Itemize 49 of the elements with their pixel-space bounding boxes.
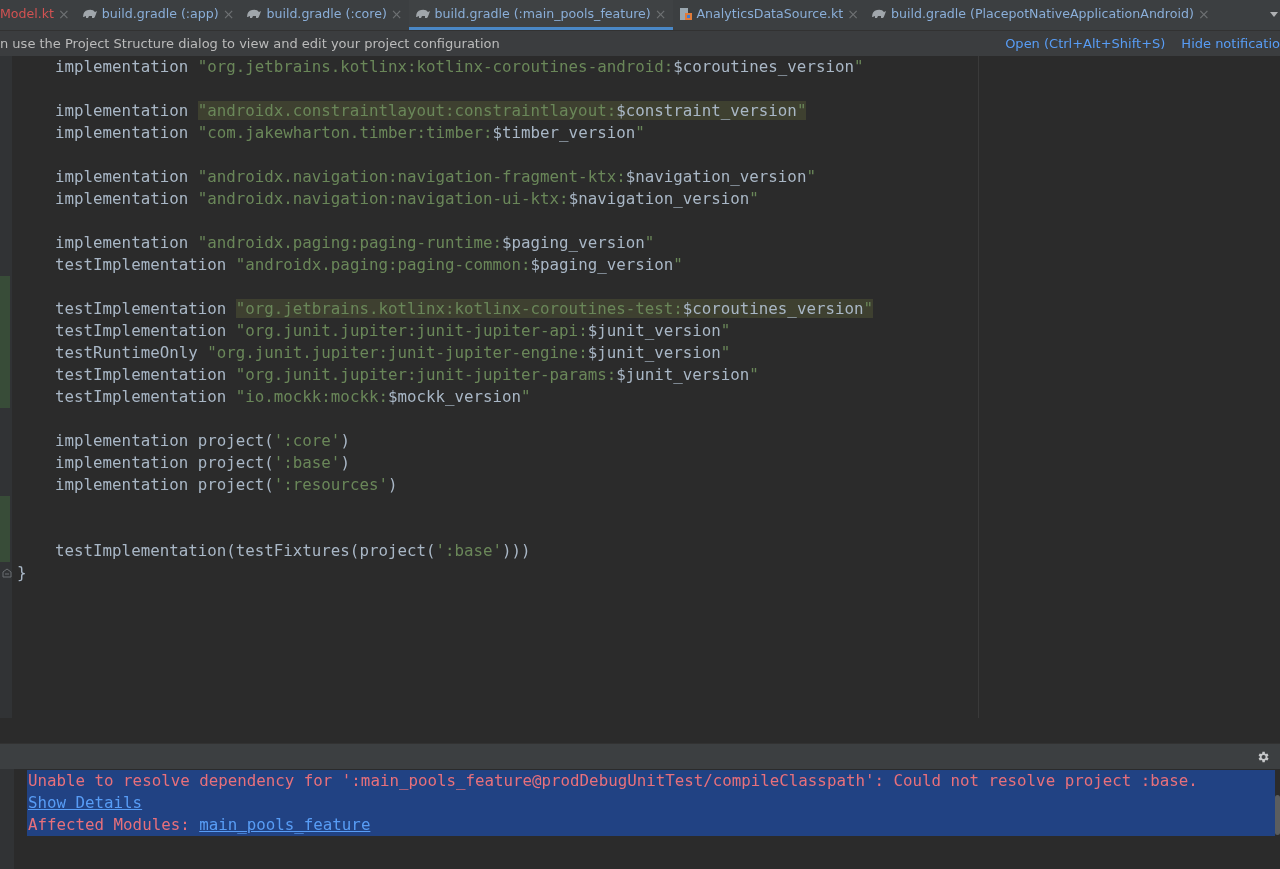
tab-label: build.gradle (:app): [101, 6, 219, 21]
elephant-icon: [871, 7, 887, 20]
code-line: testImplementation "org.junit.jupiter:junit-jupiter-api:$junit_version": [54, 321, 731, 340]
notification-link[interactable]: Open (Ctrl+Alt+Shift+S): [1005, 36, 1166, 51]
notification-link[interactable]: Hide notificatio: [1181, 36, 1280, 51]
close-icon[interactable]: ×: [58, 5, 70, 22]
code-line: implementation "androidx.navigation:navigation-ui-ktx:$navigation_version": [54, 189, 759, 208]
tab-label: build.gradle (:main_pools_feature): [434, 6, 651, 21]
close-icon[interactable]: ×: [847, 5, 859, 22]
database-file-icon: [678, 6, 693, 21]
caret-icon[interactable]: [1270, 12, 1278, 18]
code-line: implementation project(':base'): [54, 453, 350, 472]
code-line: testImplementation "androidx.paging:paging-common:$paging_version": [54, 255, 683, 274]
elephant-icon: [246, 7, 263, 20]
tab-label: AnalyticsDataSource.kt: [696, 6, 844, 21]
tab-label: build.gradle (PlacepotNativeApplicationAndroid): [891, 6, 1194, 21]
code-line: testImplementation "org.junit.jupiter:junit-jupiter-params:$junit_version": [54, 365, 759, 384]
code-line: testImplementation "org.jetbrains.kotlinx:kotlinx-coroutines-test:$coroutines_version": [54, 299, 873, 318]
code-line: testRuntimeOnly "org.junit.jupiter:junit-jupiter-engine:$junit_version": [54, 343, 731, 362]
code-line: implementation project(':core'): [54, 431, 350, 450]
elephant-icon: [414, 7, 431, 20]
editor-tab[interactable]: build.gradle (:core) ×: [240, 0, 409, 30]
code-line: implementation "androidx.paging:paging-runtime:$paging_version": [54, 233, 655, 252]
code-line: testImplementation "io.mockk:mockk:$mockk_version": [54, 387, 531, 406]
tab-label: Model.kt: [0, 6, 55, 21]
tab-label: build.gradle (:core): [266, 6, 387, 21]
settings-icon[interactable]: [1256, 749, 1270, 764]
elephant-icon: [81, 7, 98, 20]
editor-tab[interactable]: build.gradle (PlacepotNativeApplicationAndroid) ×: [865, 0, 1216, 30]
code-line: implementation "com.jakewharton.timber:timber:$timber_version": [54, 123, 645, 142]
close-icon[interactable]: ×: [222, 5, 235, 22]
close-icon[interactable]: ×: [654, 5, 667, 22]
module-link[interactable]: main_pools_feature: [199, 815, 371, 834]
code-line: implementation project(':resources'): [54, 475, 398, 494]
close-icon[interactable]: ×: [1197, 5, 1210, 22]
editor-tab[interactable]: Model.kt ×: [0, 0, 76, 30]
error-text: Unable to resolve dependency for ':main_pools_feature@prodDebugUnitTest/compileClasspath': Could not resolve project :base.: [28, 770, 1199, 792]
code-line: implementation "androidx.navigation:navigation-fragment-ktx:$navigation_version": [54, 167, 816, 186]
affected-label: Affected Modules:: [28, 815, 191, 834]
code-line: testImplementation(testFixtures(project(':base'))): [54, 541, 531, 560]
code-line: implementation "androidx.constraintlayout:constraintlayout:$constraint_version": [54, 101, 807, 120]
close-icon[interactable]: ×: [390, 5, 403, 22]
code-line: implementation "org.jetbrains.kotlinx:kotlinx-coroutines-android:$coroutines_version": [54, 57, 864, 76]
code-line: }: [17, 563, 27, 582]
editor-tab[interactable]: build.gradle (:app) ×: [75, 0, 241, 30]
details-link[interactable]: Show Details: [28, 793, 143, 812]
editor-tab[interactable]: AnalyticsDataSource.kt ×: [672, 0, 865, 30]
notification-text: n use the Project Structure dialog to view and edit your project configuration: [0, 36, 500, 51]
scrollbar[interactable]: [1275, 795, 1280, 835]
